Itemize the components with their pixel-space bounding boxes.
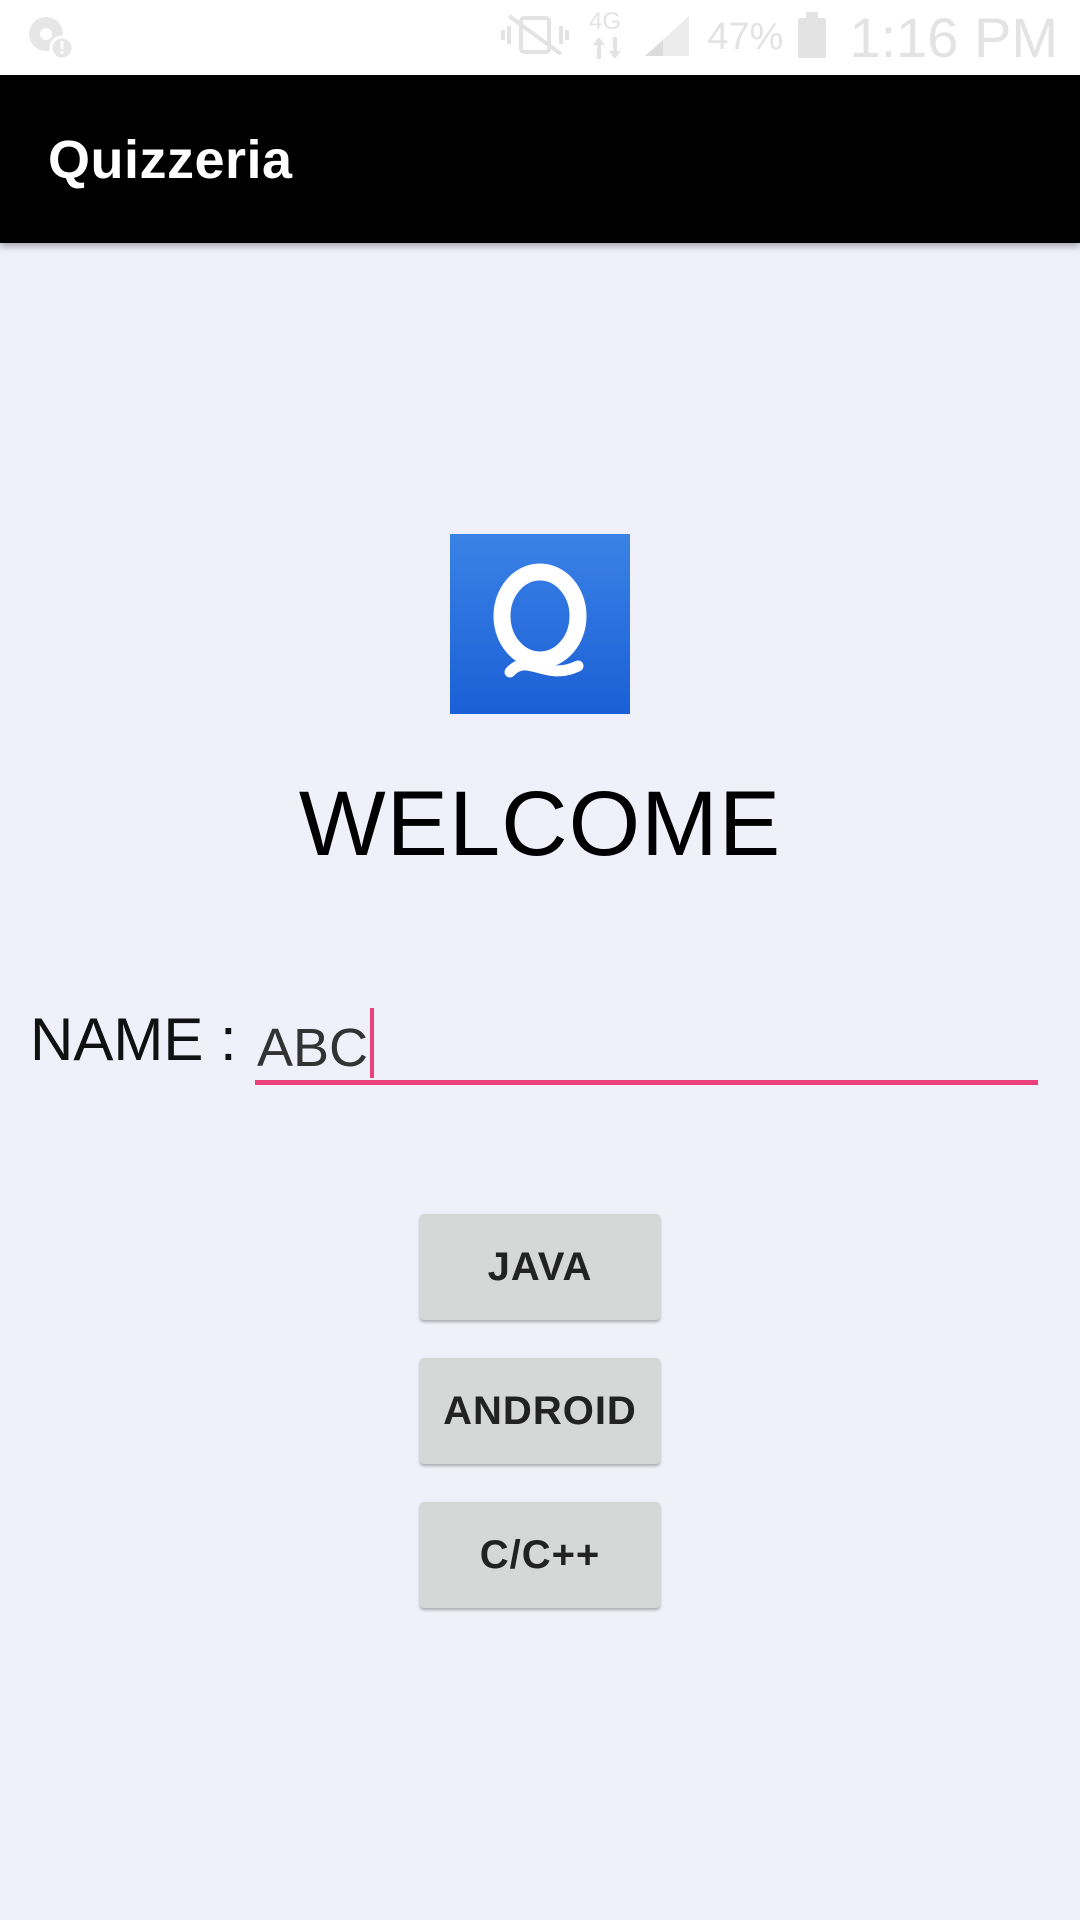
status-icons: 4G 47% 1:16 PM (499, 0, 1058, 75)
c-cpp-button[interactable]: C/C++ (420, 1502, 660, 1608)
signal-icon (643, 12, 693, 63)
app-toolbar: Quizzeria (0, 75, 1080, 243)
android-button[interactable]: ANDROID (420, 1358, 660, 1464)
name-input-value: ABC (257, 1018, 369, 1078)
quiz-logo (450, 534, 630, 714)
name-input-underline (255, 1080, 1038, 1085)
notification-alert-icon (26, 14, 75, 61)
java-button[interactable]: JAVA (420, 1214, 660, 1320)
4g-data-icon: 4G (585, 7, 629, 68)
app-title: Quizzeria (48, 130, 293, 190)
q-letter-icon (493, 563, 587, 678)
battery-percent: 47% (707, 16, 784, 58)
welcome-heading: WELCOME (298, 773, 782, 875)
clock: 1:16 PM (849, 6, 1058, 69)
battery-icon (797, 10, 827, 65)
text-cursor (370, 1008, 375, 1078)
app-screen: 4G 47% 1:16 PM Quizzeria WELCOME NAME: … (0, 0, 1080, 1920)
status-bar: 4G 47% 1:16 PM (0, 0, 1080, 75)
vibrate-mute-icon (499, 12, 571, 63)
name-input[interactable]: ABC (255, 995, 1038, 1085)
name-label: NAME : (30, 1006, 237, 1073)
svg-text:4G: 4G (589, 8, 621, 35)
